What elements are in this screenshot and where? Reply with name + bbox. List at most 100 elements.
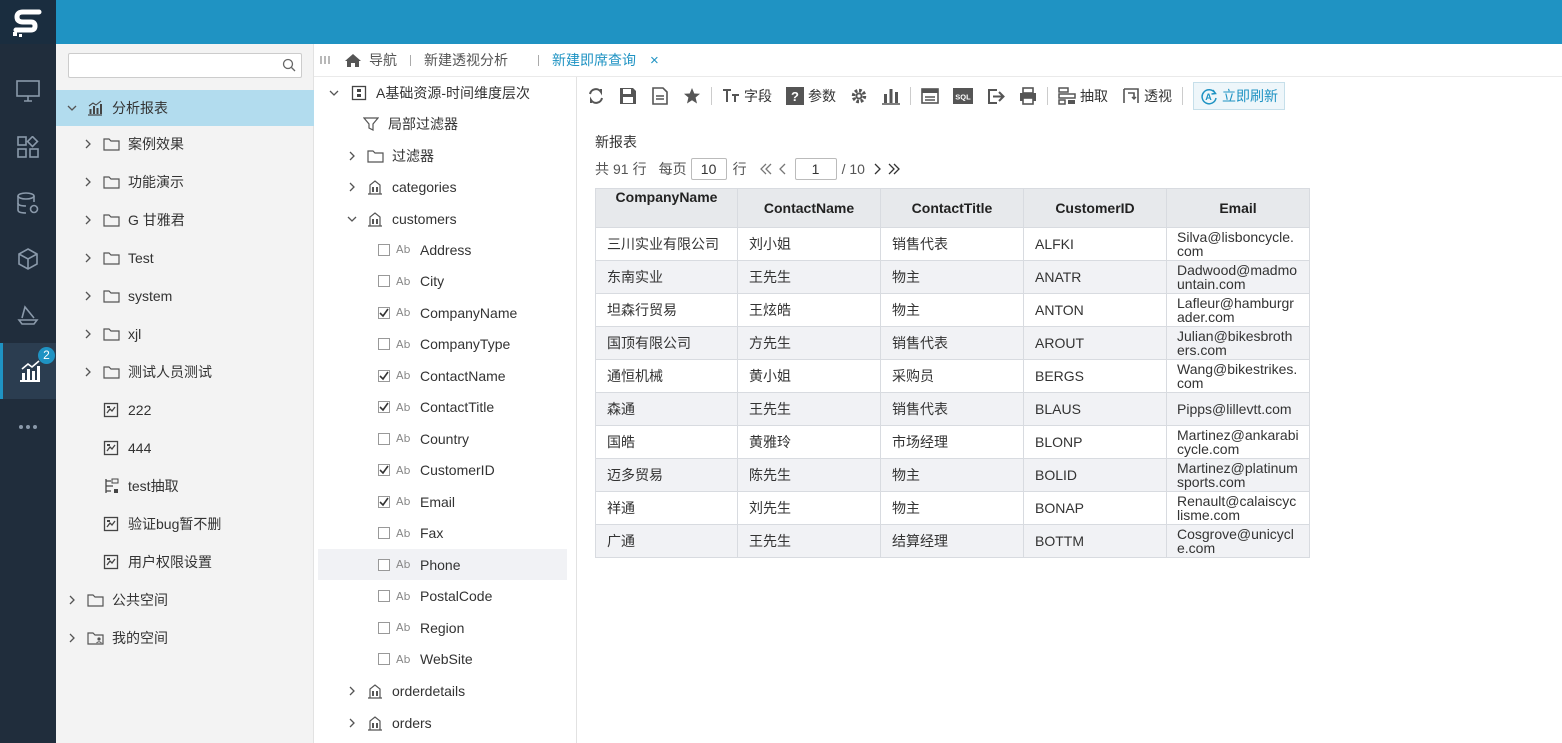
- chevron-right-icon[interactable]: [82, 176, 94, 188]
- field-column-item[interactable]: Ab Country: [318, 423, 567, 454]
- params-button[interactable]: ? 参数: [786, 82, 836, 110]
- sql-button[interactable]: SQL: [953, 82, 973, 110]
- nav-item[interactable]: 验证bug暂不删: [56, 506, 314, 542]
- datasource-node[interactable]: A基础资源-时间维度层次: [318, 77, 567, 108]
- rail-more[interactable]: [0, 399, 56, 455]
- field-checkbox[interactable]: [378, 527, 390, 539]
- chevron-down-icon[interactable]: [346, 213, 358, 225]
- chevron-right-icon[interactable]: [82, 138, 94, 150]
- nav-item[interactable]: 案例效果: [56, 126, 314, 162]
- first-page-icon[interactable]: [759, 163, 772, 175]
- favorite-button[interactable]: [683, 82, 701, 110]
- table-row[interactable]: 广通 王先生 结算经理 BOTTM Cosgrove@unicycle.com: [595, 524, 1310, 558]
- column-header[interactable]: Email: [1166, 188, 1310, 228]
- save-as-button[interactable]: [651, 82, 669, 110]
- chevron-right-icon[interactable]: [346, 150, 358, 162]
- tab-new-pivot[interactable]: 新建透视分析: [424, 44, 508, 77]
- field-column-item[interactable]: Ab Address: [318, 234, 567, 265]
- field-column-item[interactable]: Ab Fax: [318, 518, 567, 549]
- nav-item[interactable]: xjl: [56, 316, 314, 352]
- field-checkbox[interactable]: [378, 653, 390, 665]
- table-row[interactable]: 三川实业有限公司 刘小姐 销售代表 ALFKI Silva@lisboncycle.co…: [595, 227, 1310, 261]
- table-row[interactable]: 坦森行贸易 王炫皓 物主 ANTON Lafleur@hamburgrader.com: [595, 293, 1310, 327]
- chevron-down-icon[interactable]: [328, 87, 340, 99]
- field-checkbox[interactable]: [378, 590, 390, 602]
- nav-item[interactable]: G 甘雅君: [56, 202, 314, 238]
- chevron-down-icon[interactable]: [66, 102, 78, 114]
- refresh-data-button[interactable]: [587, 82, 605, 110]
- rail-ship[interactable]: [0, 287, 56, 343]
- field-checkbox[interactable]: [378, 275, 390, 287]
- tab-navigation[interactable]: 导航: [344, 44, 397, 77]
- page-number-input[interactable]: [794, 158, 837, 180]
- rail-analysis[interactable]: 2: [0, 343, 56, 399]
- print-button[interactable]: [1019, 82, 1037, 110]
- field-column-item[interactable]: Ab CustomerID: [318, 455, 567, 486]
- nav-item[interactable]: test抽取: [56, 468, 314, 504]
- nav-item[interactable]: 用户权限设置: [56, 544, 314, 580]
- save-button[interactable]: [619, 82, 637, 110]
- settings-button[interactable]: [850, 82, 868, 110]
- last-page-icon[interactable]: [888, 163, 900, 175]
- chevron-right-icon[interactable]: [66, 632, 78, 644]
- field-checkbox[interactable]: [378, 306, 390, 319]
- field-column-item[interactable]: Ab City: [318, 266, 567, 297]
- field-checkbox[interactable]: [378, 338, 390, 350]
- column-header[interactable]: ContactTitle: [880, 188, 1024, 228]
- table-node-orders[interactable]: orders: [318, 707, 567, 738]
- chart-button[interactable]: [882, 82, 900, 110]
- field-column-item[interactable]: Ab ContactName: [318, 360, 567, 391]
- field-column-item[interactable]: Ab ContactTitle: [318, 392, 567, 423]
- field-column-item[interactable]: Ab Email: [318, 486, 567, 517]
- field-column-item[interactable]: Ab CompanyType: [318, 329, 567, 360]
- table-row[interactable]: 森通 王先生 销售代表 BLAUS Pipps@lillevtt.com: [595, 392, 1310, 426]
- table-row[interactable]: 祥通 刘先生 物主 BONAP Renault@calaiscyclisme.com: [595, 491, 1310, 525]
- chevron-right-icon[interactable]: [346, 181, 358, 193]
- nav-item[interactable]: 444: [56, 430, 314, 466]
- field-column-item[interactable]: Ab WebSite: [318, 644, 567, 675]
- field-checkbox[interactable]: [378, 558, 390, 571]
- close-icon[interactable]: ×: [650, 52, 659, 69]
- field-column-item[interactable]: Ab CompanyName: [318, 297, 567, 328]
- table-node-customers[interactable]: customers: [318, 203, 567, 234]
- table-row[interactable]: 迈多贸易 陈先生 物主 BOLID Martinez@platinumsports.co…: [595, 458, 1310, 492]
- search-icon[interactable]: [282, 58, 296, 72]
- filter-node[interactable]: 过滤器: [318, 140, 567, 171]
- export-button[interactable]: [987, 82, 1005, 110]
- column-header[interactable]: CompanyName: [595, 188, 738, 228]
- field-column-item[interactable]: Ab Phone: [318, 549, 567, 580]
- rail-apps[interactable]: [0, 119, 56, 175]
- field-checkbox[interactable]: [378, 401, 390, 413]
- nav-item[interactable]: Test: [56, 240, 314, 276]
- chevron-right-icon[interactable]: [82, 328, 94, 340]
- chevron-right-icon[interactable]: [82, 252, 94, 264]
- next-page-icon[interactable]: [874, 163, 882, 175]
- nav-item[interactable]: 222: [56, 392, 314, 428]
- pivot-button[interactable]: 透视: [1122, 82, 1172, 110]
- chevron-right-icon[interactable]: [82, 214, 94, 226]
- table-row[interactable]: 东南实业 王先生 物主 ANATR Dadwood@madmountain.com: [595, 260, 1310, 294]
- fields-button[interactable]: 字段: [722, 82, 772, 110]
- column-header[interactable]: ContactName: [737, 188, 881, 228]
- extract-button[interactable]: 抽取: [1058, 82, 1108, 110]
- rail-monitor[interactable]: [0, 63, 56, 119]
- local-filter-node[interactable]: 局部过滤器: [318, 108, 567, 139]
- field-checkbox[interactable]: [378, 432, 390, 445]
- table-row[interactable]: 国皓 黄雅玲 市场经理 BLONP Martinez@ankarabicycle.com: [595, 425, 1310, 459]
- tab-new-adhoc-query[interactable]: 新建即席查询 ×: [552, 44, 659, 77]
- chevron-right-icon[interactable]: [346, 717, 358, 729]
- chevron-right-icon[interactable]: [82, 366, 94, 378]
- field-checkbox[interactable]: [378, 369, 390, 382]
- field-checkbox[interactable]: [378, 621, 390, 634]
- rail-cube[interactable]: [0, 231, 56, 287]
- per-page-input[interactable]: [690, 158, 727, 180]
- rail-database[interactable]: [0, 175, 56, 231]
- table-row[interactable]: 通恒机械 黄小姐 采购员 BERGS Wang@bikestrikes.com: [595, 359, 1310, 393]
- field-checkbox[interactable]: [378, 243, 390, 256]
- chevron-right-icon[interactable]: [346, 685, 358, 697]
- nav-item[interactable]: 测试人员测试: [56, 354, 314, 390]
- app-logo[interactable]: [0, 0, 56, 44]
- field-column-item[interactable]: Ab Region: [318, 612, 567, 643]
- nav-item-space[interactable]: 我的空间: [56, 620, 314, 656]
- chevron-right-icon[interactable]: [82, 290, 94, 302]
